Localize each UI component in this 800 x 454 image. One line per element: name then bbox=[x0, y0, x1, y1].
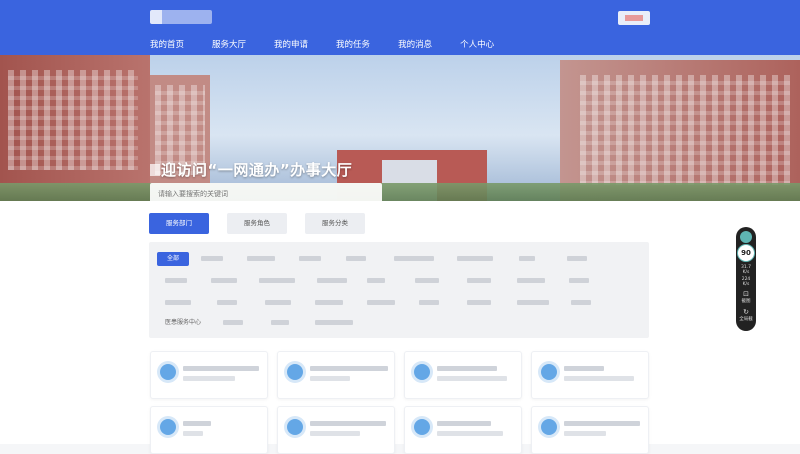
filter-chip[interactable] bbox=[315, 316, 353, 330]
filter-chip[interactable] bbox=[315, 296, 343, 310]
service-tabs: 服务部门 服务角色 服务分类 bbox=[149, 213, 365, 234]
assistant-icon[interactable] bbox=[740, 231, 752, 243]
service-card[interactable] bbox=[531, 406, 649, 454]
filter-chip[interactable] bbox=[419, 296, 439, 310]
filter-all[interactable]: 全部 bbox=[157, 252, 189, 266]
banner-building bbox=[560, 60, 800, 201]
full-capture-label[interactable]: 全局截 bbox=[736, 317, 756, 322]
tab-service-category[interactable]: 服务分类 bbox=[305, 213, 365, 234]
hero-title: 迎访问“一网通办”办事大厅 bbox=[150, 159, 352, 180]
nav-my-tasks[interactable]: 我的任务 bbox=[336, 38, 382, 55]
filter-chip[interactable] bbox=[367, 296, 395, 310]
filter-chip[interactable] bbox=[367, 274, 385, 288]
filter-chip[interactable] bbox=[519, 252, 535, 266]
filter-chip[interactable] bbox=[467, 296, 491, 310]
service-icon bbox=[414, 364, 430, 380]
nav-my-messages[interactable]: 我的消息 bbox=[398, 38, 444, 55]
filter-chip[interactable] bbox=[517, 296, 549, 310]
filter-chip[interactable] bbox=[467, 274, 491, 288]
filter-chip[interactable] bbox=[211, 274, 237, 288]
main-content: 服务部门 服务角色 服务分类 全部 医患服务中心 bbox=[0, 201, 800, 454]
screenshot-label[interactable]: 截图 bbox=[736, 299, 756, 304]
banner-building bbox=[0, 55, 150, 201]
service-card[interactable] bbox=[150, 351, 268, 399]
filter-chip[interactable] bbox=[517, 274, 545, 288]
filter-chip[interactable] bbox=[201, 252, 223, 266]
nav-my-applications[interactable]: 我的申请 bbox=[274, 38, 320, 55]
service-icon bbox=[160, 364, 176, 380]
nav-home[interactable]: 我的首页 bbox=[150, 38, 196, 55]
site-logo[interactable] bbox=[150, 10, 212, 24]
filter-chip[interactable] bbox=[165, 274, 187, 288]
filter-chip[interactable] bbox=[299, 252, 321, 266]
filter-chip[interactable] bbox=[317, 274, 347, 288]
tab-service-dept[interactable]: 服务部门 bbox=[149, 213, 209, 234]
filter-chip[interactable] bbox=[415, 274, 439, 288]
top-header: 我的首页 服务大厅 我的申请 我的任务 我的消息 个人中心 bbox=[0, 0, 800, 58]
service-card[interactable] bbox=[277, 351, 395, 399]
filter-chip[interactable] bbox=[223, 316, 243, 330]
filter-chip[interactable] bbox=[259, 274, 295, 288]
main-nav: 我的首页 服务大厅 我的申请 我的任务 我的消息 个人中心 bbox=[150, 38, 522, 58]
filter-chip[interactable] bbox=[247, 252, 275, 266]
filter-chip[interactable] bbox=[265, 296, 291, 310]
floating-toolbar: 90 31.7 K/s 224 K/s ⊡ 截图 ↻ 全局截 bbox=[736, 227, 756, 331]
user-account-chip[interactable] bbox=[618, 11, 650, 25]
filter-chip[interactable] bbox=[165, 296, 191, 310]
tab-service-role[interactable]: 服务角色 bbox=[227, 213, 287, 234]
banner-trees bbox=[0, 183, 800, 201]
service-icon bbox=[287, 419, 303, 435]
performance-score[interactable]: 90 bbox=[737, 244, 755, 262]
stat-download-unit: K/s bbox=[742, 282, 750, 287]
nav-personal-center[interactable]: 个人中心 bbox=[460, 38, 506, 55]
filter-chip[interactable] bbox=[567, 252, 587, 266]
filter-chip[interactable] bbox=[571, 296, 591, 310]
filter-chip[interactable] bbox=[346, 252, 366, 266]
service-icon bbox=[414, 419, 430, 435]
service-icon bbox=[541, 364, 557, 380]
service-card[interactable] bbox=[531, 351, 649, 399]
stat-upload-unit: K/s bbox=[742, 270, 750, 275]
filter-chip[interactable] bbox=[217, 296, 237, 310]
hero-banner: 迎访问“一网通办”办事大厅 bbox=[0, 55, 800, 201]
refresh-icon[interactable]: ↻ bbox=[736, 309, 756, 316]
service-card[interactable] bbox=[404, 351, 522, 399]
service-card[interactable] bbox=[404, 406, 522, 454]
service-card[interactable] bbox=[277, 406, 395, 454]
search-input[interactable] bbox=[150, 183, 382, 201]
service-card[interactable] bbox=[150, 406, 268, 454]
department-filter-panel: 全部 医患服务中心 bbox=[149, 242, 649, 338]
filter-chip[interactable] bbox=[457, 252, 493, 266]
service-icon bbox=[541, 419, 557, 435]
filter-chip[interactable] bbox=[271, 316, 289, 330]
service-icon bbox=[287, 364, 303, 380]
filter-chip[interactable] bbox=[569, 274, 589, 288]
nav-service-hall[interactable]: 服务大厅 bbox=[212, 38, 258, 58]
filter-chip[interactable] bbox=[394, 252, 434, 266]
filter-chip-medical-service[interactable]: 医患服务中心 bbox=[165, 316, 201, 330]
screenshot-icon[interactable]: ⊡ bbox=[736, 291, 756, 298]
service-icon bbox=[160, 419, 176, 435]
